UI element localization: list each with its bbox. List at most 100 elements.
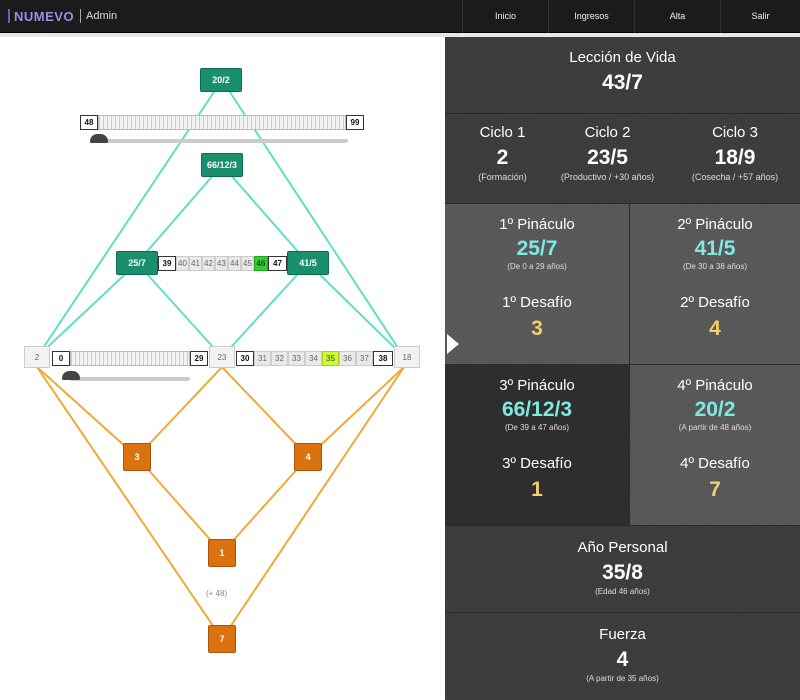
section-subtitle: (Formación) [478, 172, 527, 182]
brand-separator [80, 9, 81, 23]
sequence-cell: 41 [189, 256, 202, 271]
section-title: Ciclo 2 [584, 124, 631, 141]
challenge-1-box[interactable]: 3 [123, 443, 151, 471]
section-title: Lección de Vida [569, 49, 676, 66]
section-value: 18/9 [714, 146, 756, 169]
section-value: 35/8 [602, 561, 643, 584]
desafio-value: 4 [709, 317, 721, 340]
connector-line [221, 164, 309, 264]
sequence-cell: 37 [356, 351, 373, 366]
desafio-value: 3 [531, 317, 543, 340]
top-bar: NUMEVO Admin Inicio Ingresos Alta Salir [0, 0, 800, 33]
sequence-cell-current: 46 [254, 256, 268, 271]
ciclo-2: Ciclo 2 23/5 (Productivo / +30 años) [545, 124, 670, 182]
brand-section: Admin [86, 10, 118, 22]
sequence-cell: 33 [288, 351, 305, 366]
pinaculo-value: 20/2 [694, 398, 736, 421]
slider-track[interactable] [98, 139, 348, 143]
panel-pointer-icon [447, 334, 459, 354]
section-title: 4º Pináculo [677, 377, 753, 394]
pinaculo-value: 41/5 [694, 237, 736, 260]
slider-handle[interactable] [90, 134, 108, 143]
age-ruler[interactable] [98, 115, 346, 130]
section-subtitle: (Productivo / +30 años) [560, 172, 655, 182]
leccion-section: Lección de Vida 43/7 [445, 37, 800, 114]
connector-line [307, 366, 405, 458]
base-left-value: 2 [24, 346, 50, 368]
nav-salir[interactable]: Salir [720, 0, 800, 33]
sequence-cell-current: 35 [322, 351, 339, 366]
connector-line [36, 262, 138, 358]
section-title: Fuerza [599, 626, 646, 643]
fuerza-section: Fuerza 4 (A partir de 35 años) [445, 613, 800, 700]
ciclos-section: Ciclo 1 2 (Formación) Ciclo 2 23/5 (Prod… [445, 114, 800, 204]
section-subtitle: (A partir de 48 años) [678, 423, 752, 432]
chart-connectors [36, 79, 405, 640]
connector-line [36, 366, 223, 640]
connector-line [136, 164, 223, 264]
nav-alta[interactable]: Alta [634, 0, 720, 33]
slider-handle[interactable] [62, 371, 80, 380]
pinnacle-2-box[interactable]: 41/5 [287, 251, 329, 275]
section-subtitle: (Edad 46 años) [595, 587, 650, 596]
section-title: 3º Desafío [502, 455, 572, 472]
base-right-value: 18 [394, 346, 420, 368]
pinnacle-chart: 20/2 48 99 66/12/3 25/7 41/5 39 40 41 42… [0, 37, 445, 700]
pinnacle-1-box[interactable]: 25/7 [116, 251, 158, 275]
section-title: 2º Pináculo [677, 216, 753, 233]
sequence-cell: 42 [202, 256, 215, 271]
pinnacle-3-box[interactable]: 66/12/3 [201, 153, 243, 177]
section-title: Ciclo 3 [712, 124, 758, 141]
challenge-3-box[interactable]: 1 [208, 539, 236, 567]
connector-line [221, 366, 405, 640]
pinaculo-2-card: 2º Pináculo 41/5 (De 30 a 38 años) 2º De… [630, 204, 800, 365]
sequence-cell: 31 [254, 351, 271, 366]
brand-mark [8, 9, 10, 23]
section-title: Año Personal [577, 539, 668, 556]
sequence-cell: 36 [339, 351, 356, 366]
brand-logo[interactable]: NUMEVO [14, 9, 74, 24]
sequence-cell: 34 [305, 351, 322, 366]
ruler-start-value: 48 [80, 115, 98, 130]
sequence-cell: 40 [176, 256, 189, 271]
pinaculo-value: 25/7 [516, 237, 558, 260]
age-ruler[interactable] [70, 351, 190, 366]
pinaculo-1-card: 1º Pináculo 25/7 (De 0 a 29 años) 1º Des… [445, 204, 630, 365]
challenge-4-box[interactable]: 7 [208, 625, 236, 653]
connector-line [136, 262, 223, 358]
sequence-cell: 47 [268, 256, 287, 271]
section-title: 4º Desafío [680, 455, 750, 472]
sequence-cell: 39 [158, 256, 176, 271]
sequence-cell: 44 [228, 256, 241, 271]
ciclo-1: Ciclo 1 2 (Formación) [445, 124, 560, 182]
section-value: 2 [496, 146, 509, 169]
pinaculo-value: 66/12/3 [501, 398, 573, 421]
connector-line [307, 262, 405, 358]
section-subtitle: (De 39 a 47 años) [504, 423, 570, 432]
section-subtitle: (De 30 a 38 años) [682, 262, 748, 271]
slider-track[interactable] [70, 377, 190, 381]
challenge-2-box[interactable]: 4 [294, 443, 322, 471]
section-title: 2º Desafío [680, 294, 750, 311]
ruler-start-value: 0 [52, 351, 70, 366]
ruler-end-value: 99 [346, 115, 364, 130]
section-value: 43/7 [602, 71, 643, 94]
sequence-cell: 32 [271, 351, 288, 366]
pinaculo-3-card: 3º Pináculo 66/12/3 (De 39 a 47 años) 3º… [445, 365, 630, 526]
section-title: Ciclo 1 [479, 124, 526, 141]
sequence-cell: 43 [215, 256, 228, 271]
results-panel: Lección de Vida 43/7 Ciclo 1 2 (Formació… [445, 37, 800, 700]
ruler-end-value: 29 [190, 351, 208, 366]
section-subtitle: (A partir de 35 años) [586, 674, 659, 683]
sequence-cell: 45 [241, 256, 254, 271]
sequence-cell: 38 [373, 351, 393, 366]
section-title: 3º Pináculo [499, 377, 575, 394]
pinnacle-4-box[interactable]: 20/2 [200, 68, 242, 92]
connector-line [221, 262, 309, 358]
desafio-value: 1 [531, 478, 543, 501]
age-note: (+ 48) [206, 589, 228, 598]
section-value: 23/5 [587, 146, 628, 169]
nav-inicio[interactable]: Inicio [462, 0, 548, 33]
ciclo-3: Ciclo 3 18/9 (Cosecha / +57 años) [675, 124, 795, 182]
nav-ingresos[interactable]: Ingresos [548, 0, 634, 33]
